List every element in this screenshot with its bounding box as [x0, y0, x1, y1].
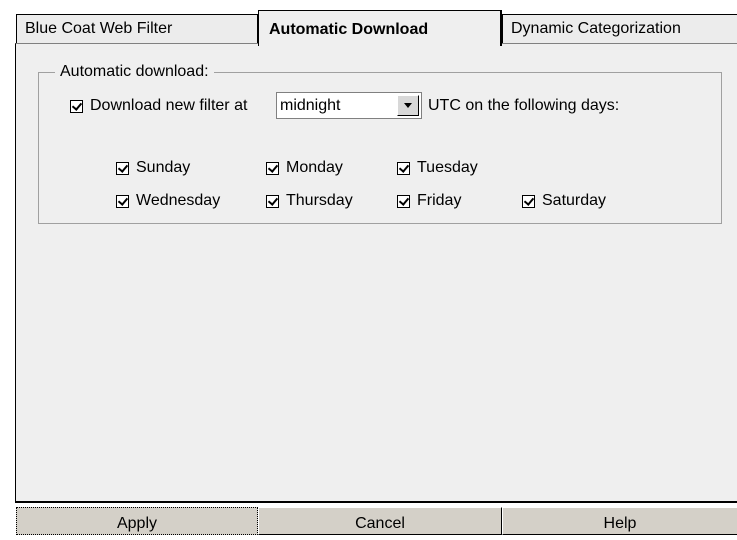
day-label: Friday [417, 192, 462, 209]
day-checkbox-saturday[interactable]: Saturday [522, 191, 606, 211]
day-checkbox-tuesday[interactable]: Tuesday [397, 158, 478, 178]
download-new-filter-checkbox[interactable]: Download new filter at [70, 96, 247, 116]
cancel-button[interactable]: Cancel [258, 507, 502, 535]
download-label-after-row: UTC on the following days: [428, 96, 619, 116]
download-label-after: UTC on the following days: [428, 97, 620, 114]
day-checkbox-friday[interactable]: Friday [397, 191, 461, 211]
checkbox-box[interactable] [397, 194, 410, 208]
day-checkbox-wednesday[interactable]: Wednesday [116, 191, 220, 211]
day-label: Sunday [136, 159, 191, 176]
checkbox-box[interactable] [266, 161, 279, 175]
apply-button[interactable]: Apply [16, 507, 258, 535]
tab-bar: Blue Coat Web Filter Dynamic Categorizat… [0, 0, 737, 46]
checkbox-box[interactable] [397, 161, 410, 175]
day-checkbox-thursday[interactable]: Thursday [266, 191, 353, 211]
download-time-value: midnight [280, 97, 341, 114]
day-checkbox-sunday[interactable]: Sunday [116, 158, 190, 178]
checkbox-box[interactable] [116, 161, 129, 175]
group-title: Automatic download: [55, 62, 214, 82]
checkbox-box[interactable] [266, 194, 279, 208]
help-button[interactable]: Help [502, 507, 737, 535]
download-label-before: Download new filter at [90, 97, 248, 114]
tab-blue-coat-web-filter[interactable]: Blue Coat Web Filter [16, 14, 258, 44]
tab-automatic-download[interactable]: Automatic Download [258, 10, 502, 46]
day-label: Saturday [542, 192, 607, 209]
chevron-down-icon[interactable] [397, 95, 419, 116]
day-checkbox-monday[interactable]: Monday [266, 158, 343, 178]
download-time-select[interactable]: midnight [276, 92, 422, 119]
checkbox-box[interactable] [70, 99, 83, 113]
day-label: Thursday [286, 192, 353, 209]
day-label: Wednesday [136, 192, 221, 209]
checkbox-box[interactable] [522, 194, 535, 208]
day-label: Tuesday [417, 159, 478, 176]
tab-dynamic-categorization[interactable]: Dynamic Categorization [502, 14, 737, 44]
checkbox-box[interactable] [116, 194, 129, 208]
day-label: Monday [286, 159, 343, 176]
